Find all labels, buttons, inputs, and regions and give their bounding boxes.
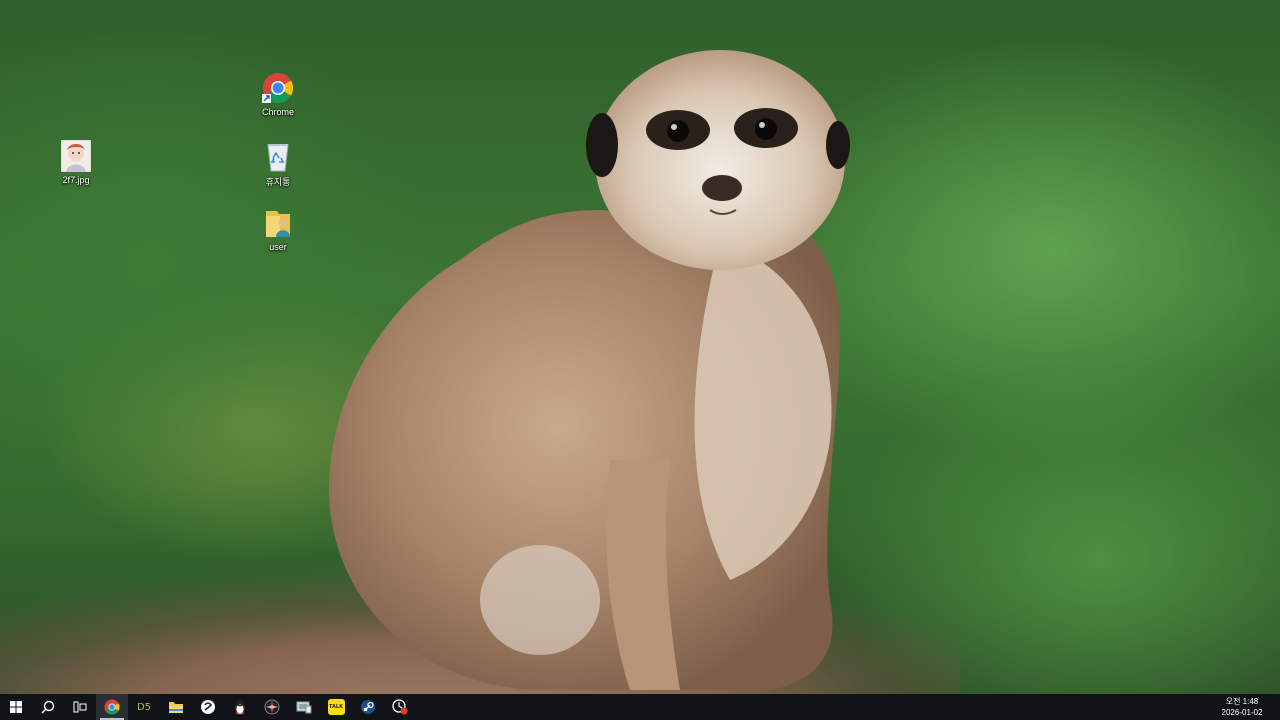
desktop-icon-recycle-bin[interactable]: 휴지통 <box>243 139 313 188</box>
clock-time: 오전 1:48 <box>1225 697 1259 706</box>
device-icon <box>296 701 312 714</box>
clock-date: 2026-01-02 <box>1221 708 1263 717</box>
desktop-icon-label: 2f7.jpg <box>62 175 90 185</box>
talk-icon-text: TALK <box>329 704 343 710</box>
taskbar-app-red-compass[interactable] <box>256 694 288 720</box>
taskbar-app-circle[interactable] <box>192 694 224 720</box>
taskbar-app-steam[interactable] <box>352 694 384 720</box>
image-thumbnail-icon <box>59 139 93 173</box>
recycle-bin-icon <box>261 139 295 173</box>
task-view-icon <box>73 701 87 713</box>
taskbar-app-kakaotalk[interactable]: TALK <box>320 694 352 720</box>
desktop-icon-user-folder[interactable]: user <box>243 206 313 252</box>
desktop-icon-image-file[interactable]: 2f7.jpg <box>41 139 111 185</box>
desktop-icon-label: 휴지통 <box>265 177 291 187</box>
system-clock[interactable]: 오전 1:48 2026-01-02 <box>1212 694 1272 720</box>
taskbar-app-chrome[interactable] <box>96 694 128 720</box>
start-button[interactable] <box>0 694 32 720</box>
wallpaper-meerkat <box>329 50 850 690</box>
talk-icon: TALK <box>327 699 345 715</box>
chrome-icon <box>261 71 295 105</box>
taskbar-app-device[interactable] <box>288 694 320 720</box>
taskbar-app-ds[interactable]: D5 <box>128 694 160 720</box>
desktop-icon-label: Chrome <box>261 107 294 117</box>
desktop-icon-chrome[interactable]: Chrome <box>243 71 313 117</box>
desktop-icon-label: user <box>269 242 287 252</box>
penguin-icon <box>234 699 246 715</box>
windows-start-icon <box>10 701 22 713</box>
search-button[interactable] <box>32 694 64 720</box>
ds-app-icon: D5 <box>136 701 152 713</box>
record-icon <box>392 699 408 715</box>
search-icon <box>41 700 55 714</box>
folder-icon <box>169 702 183 713</box>
app-circle-icon <box>201 700 215 714</box>
task-view-button[interactable] <box>64 694 96 720</box>
taskbar-app-file-explorer[interactable] <box>160 694 192 720</box>
desktop: Chrome 2f7.jpg 휴지통 user D5 TALK 오전 1:48 … <box>0 0 1280 720</box>
user-folder-icon <box>261 206 295 240</box>
steam-icon <box>361 700 375 714</box>
compass-icon <box>264 699 280 715</box>
chrome-icon <box>104 699 120 715</box>
taskbar-app-penguin[interactable] <box>224 694 256 720</box>
taskbar-app-record[interactable] <box>384 694 416 720</box>
taskbar: D5 TALK 오전 1:48 2026-01-02 <box>0 694 1280 720</box>
